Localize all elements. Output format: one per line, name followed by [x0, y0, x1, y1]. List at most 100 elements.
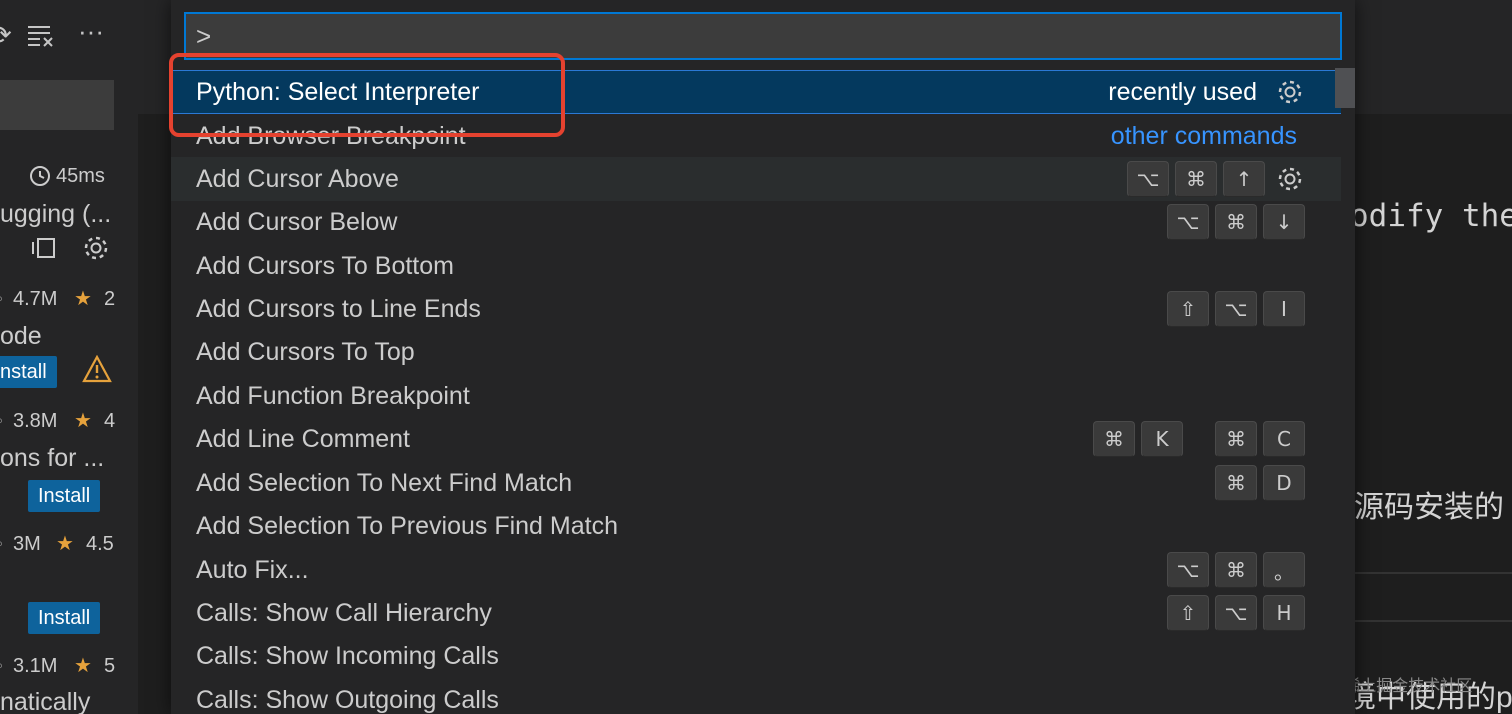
key-cap: D — [1263, 465, 1305, 501]
command-item[interactable]: Add Selection To Next Find Match ⌘ D — [171, 461, 1341, 505]
extensions-sidebar: ⟳ ··· 45ms ugging (... ◦ 4.7M ★ 2 ode ns… — [0, 0, 138, 714]
command-item[interactable]: Add Cursor Above ⌥ ⌘ ↑ — [171, 157, 1341, 201]
download-count: 3M — [13, 533, 41, 555]
star-icon: ★ — [74, 288, 92, 310]
key-cap: ⌘ — [1215, 465, 1257, 501]
history-icon — [28, 164, 52, 193]
key-cap: ↑ — [1223, 161, 1265, 197]
command-meta: ⌥ ⌘ ↑ — [1127, 161, 1305, 197]
key-cap: ⌥ — [1167, 204, 1209, 240]
configure-keybinding-gear-icon[interactable] — [1275, 164, 1305, 194]
key-cap: ⇧ — [1167, 291, 1209, 327]
command-label: Add Cursors to Line Ends — [196, 294, 481, 323]
command-item[interactable]: Add Browser Breakpoint other commands — [171, 114, 1341, 158]
download-icon: ◦ — [0, 288, 3, 311]
key-cap: ⌘ — [1215, 421, 1257, 457]
key-cap: ⌥ — [1167, 552, 1209, 588]
refresh-icon[interactable]: ⟳ — [0, 20, 12, 51]
command-palette: Python: Select Interpreter recently used A… — [171, 0, 1355, 714]
rating: 2 — [104, 288, 116, 310]
remote-icon[interactable] — [30, 236, 58, 265]
command-label: Add Cursors To Bottom — [196, 251, 454, 280]
command-palette-input[interactable] — [184, 12, 1342, 60]
search-duration: 45ms — [56, 165, 105, 187]
command-item[interactable]: Calls: Show Outgoing Calls — [171, 678, 1341, 714]
command-label: Add Function Breakpoint — [196, 381, 470, 410]
extension-name: ugging (... — [0, 200, 112, 228]
other-commands-label: other commands — [1110, 121, 1297, 150]
command-label: Add Selection To Next Find Match — [196, 468, 573, 497]
download-count: 4.7M — [13, 288, 58, 310]
command-label: Add Browser Breakpoint — [196, 121, 466, 150]
key-cap: ⌥ — [1215, 595, 1257, 631]
editor-text: 源码安装的 — [1354, 491, 1504, 524]
configure-keybinding-gear-icon[interactable] — [1275, 77, 1305, 107]
command-meta: ⇧ ⌥ I — [1167, 291, 1305, 327]
more-actions-icon[interactable]: ··· — [78, 16, 104, 47]
install-button[interactable]: nstall — [0, 356, 57, 388]
install-button[interactable]: Install — [28, 602, 101, 634]
rating: 4.5 — [86, 533, 114, 555]
command-item[interactable]: Python: Select Interpreter recently used — [171, 70, 1341, 114]
command-item[interactable]: Add Selection To Previous Find Match — [171, 504, 1341, 548]
extensions-search-input[interactable] — [0, 80, 114, 130]
key-cap: ⇧ — [1167, 595, 1209, 631]
command-label: Add Cursors To Top — [196, 337, 415, 366]
star-icon: ★ — [56, 533, 74, 555]
command-label: Calls: Show Incoming Calls — [196, 641, 499, 670]
command-item[interactable]: Add Function Breakpoint — [171, 374, 1341, 418]
key-cap: ⌘ — [1215, 204, 1257, 240]
rating: 5 — [104, 655, 116, 677]
download-icon: ◦ — [0, 655, 3, 678]
clear-results-icon[interactable] — [26, 20, 56, 55]
command-label: Python: Select Interpreter — [196, 77, 480, 106]
scrollbar[interactable] — [1335, 68, 1355, 108]
key-cap: ⌘ — [1093, 421, 1135, 457]
download-icon: ◦ — [0, 533, 3, 556]
install-button[interactable]: Install — [28, 480, 101, 512]
keybinding: ⌘ K — [1093, 421, 1183, 457]
command-item[interactable]: Add Cursors To Bottom — [171, 244, 1341, 288]
key-cap: ⌘ — [1175, 161, 1217, 197]
extension-name: ons for ... — [0, 444, 105, 472]
command-item[interactable]: Auto Fix... ⌥ ⌘。 — [171, 548, 1341, 592]
extension-name: natically — [0, 688, 91, 714]
recently-used-label: recently used — [1108, 77, 1257, 106]
command-item[interactable]: Add Cursors To Top — [171, 330, 1341, 374]
star-icon: ★ — [74, 655, 92, 677]
key-cap: H — [1263, 595, 1305, 631]
gear-icon[interactable] — [82, 234, 110, 267]
command-label: Calls: Show Outgoing Calls — [196, 685, 499, 714]
key-cap: ⌥ — [1127, 161, 1169, 197]
rating: 4 — [104, 410, 116, 432]
download-icon: ◦ — [0, 410, 3, 433]
warning-icon[interactable] — [82, 354, 112, 388]
keybinding: ⌥ ⌘。 — [1167, 552, 1305, 588]
keybinding: ⇧ ⌥ H — [1167, 595, 1305, 631]
command-item[interactable]: Calls: Show Incoming Calls — [171, 634, 1341, 678]
command-item[interactable]: Add Line Comment ⌘ K ⌘ C — [171, 417, 1341, 461]
download-count: 3.1M — [13, 655, 58, 677]
command-label: Add Line Comment — [196, 424, 411, 453]
divider — [1354, 572, 1512, 574]
command-item[interactable]: Add Cursor Below ⌥ ⌘ ↓ — [171, 200, 1341, 244]
keybinding: ⌘ C — [1215, 421, 1305, 457]
command-item[interactable]: Calls: Show Call Hierarchy ⇧ ⌥ H — [171, 591, 1341, 635]
command-meta: other commands — [1111, 122, 1305, 151]
key-cap: ⌘ — [1215, 552, 1257, 588]
key-cap: C — [1263, 421, 1305, 457]
command-meta: ⌘ D — [1215, 465, 1305, 501]
editor-code-text: odify the — [1350, 198, 1512, 234]
keybinding: ⌥ ⌘ ↓ — [1167, 204, 1305, 240]
download-count: 3.8M — [13, 410, 58, 432]
keybinding: ⌘ D — [1215, 465, 1305, 501]
key-cap: ⌥ — [1215, 291, 1257, 327]
key-cap: K — [1141, 421, 1183, 457]
command-meta: ⌘ K ⌘ C — [1093, 421, 1305, 457]
command-meta: recently used — [1108, 77, 1305, 107]
command-label: Calls: Show Call Hierarchy — [196, 598, 492, 627]
keybinding: ⌥ ⌘ ↑ — [1127, 161, 1265, 197]
command-label: Add Selection To Previous Find Match — [196, 511, 618, 540]
command-item[interactable]: Add Cursors to Line Ends ⇧ ⌥ I — [171, 287, 1341, 331]
command-meta: ⇧ ⌥ H — [1167, 595, 1305, 631]
